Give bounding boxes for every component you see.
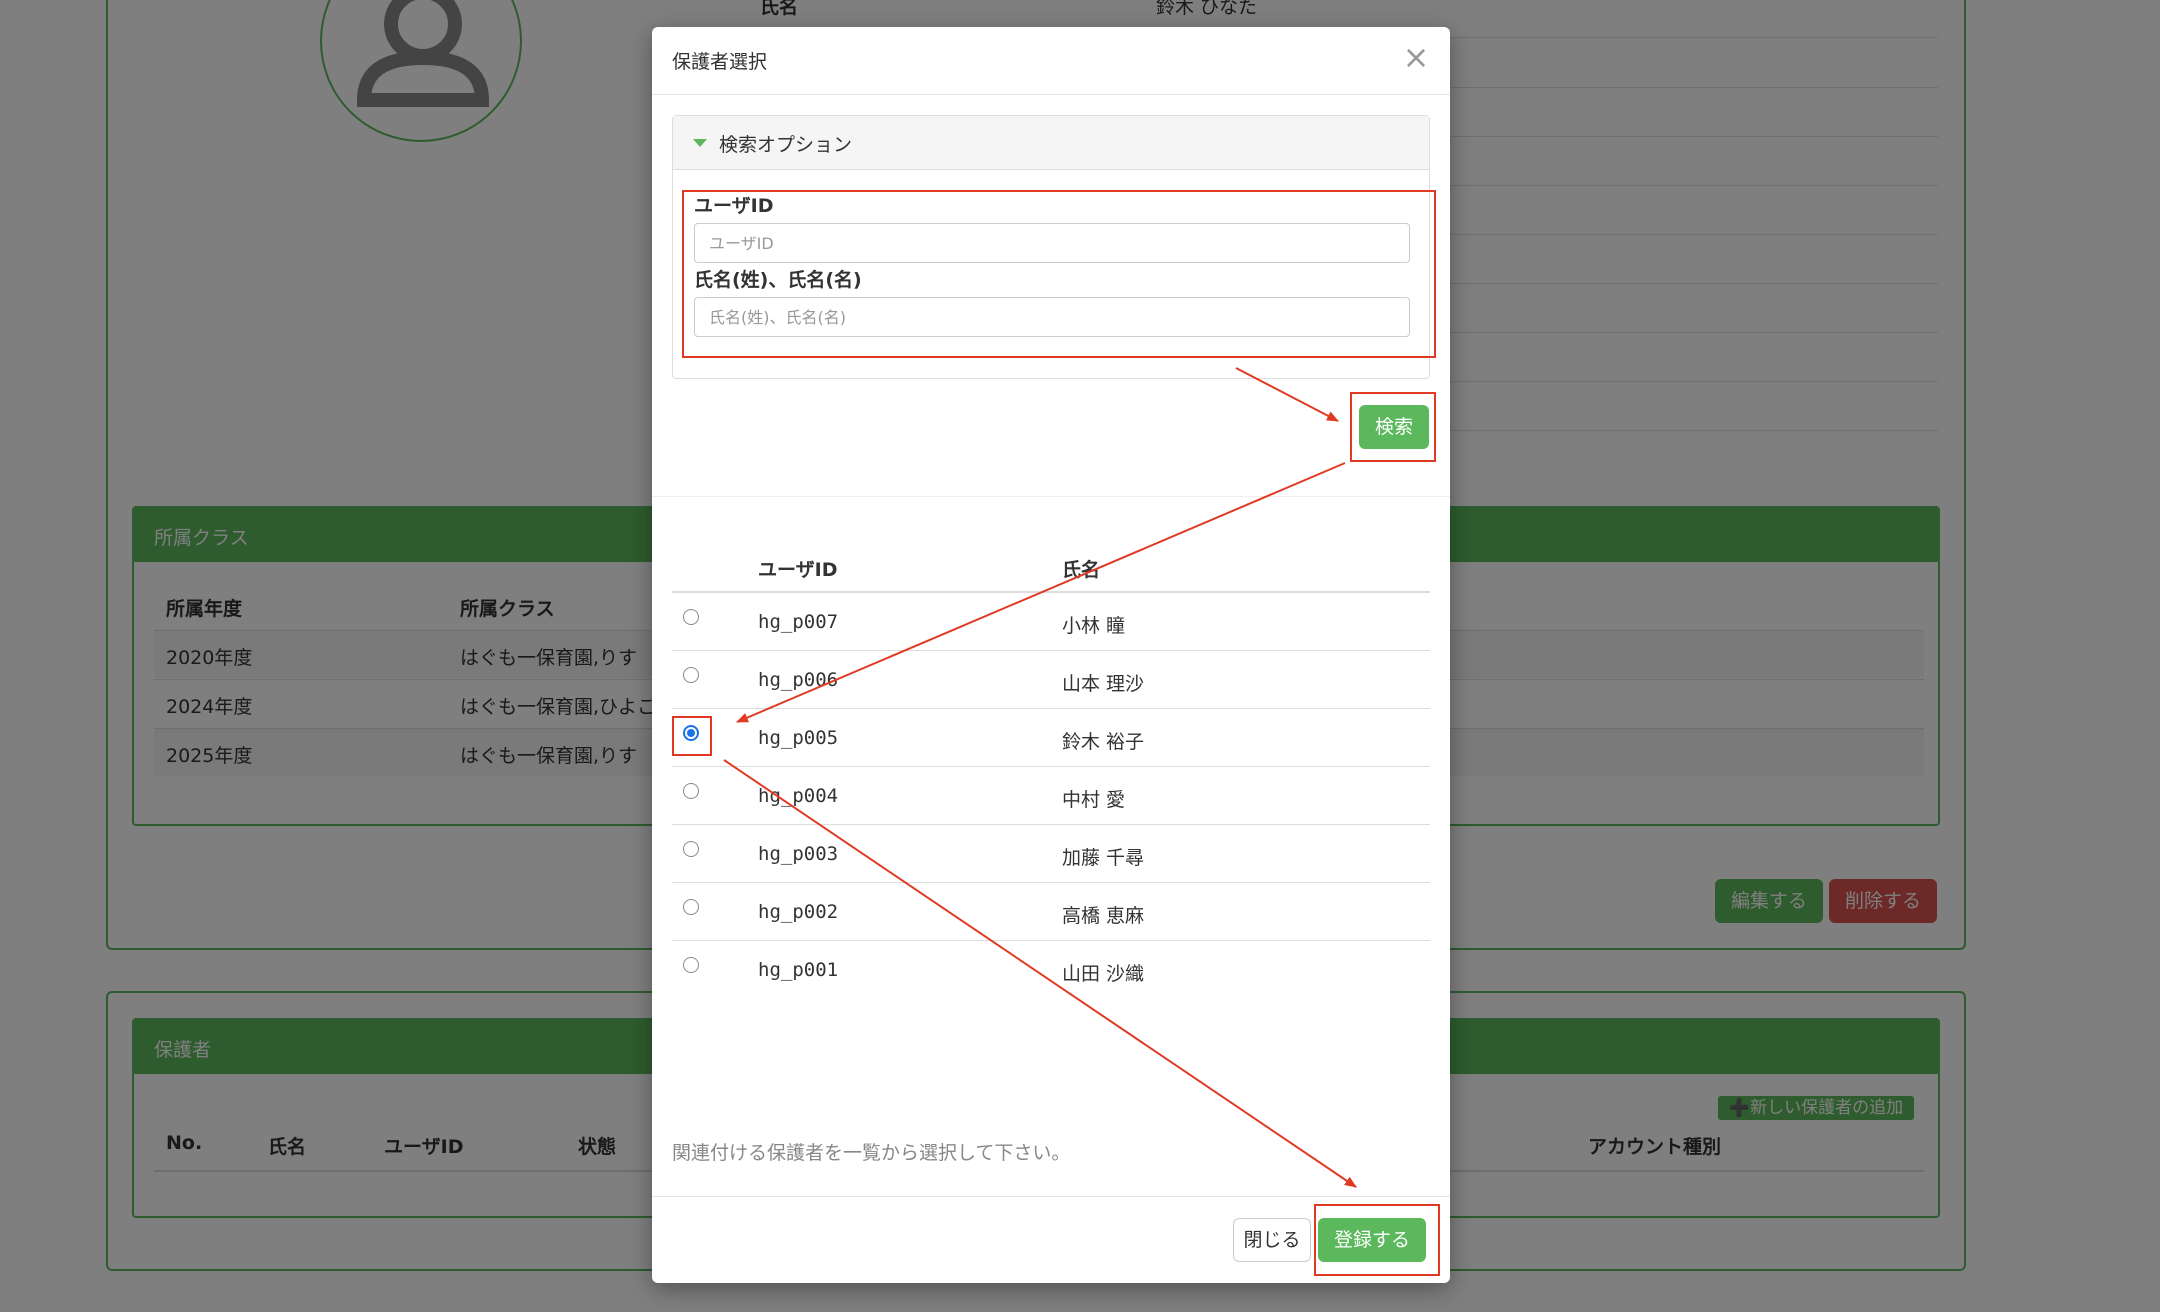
annotation-arrows (723, 367, 1357, 1188)
arrow-to-register-button (723, 759, 1357, 1188)
arrow-to-search-button (1235, 367, 1339, 422)
arrow-to-selected-radio (736, 462, 1346, 723)
